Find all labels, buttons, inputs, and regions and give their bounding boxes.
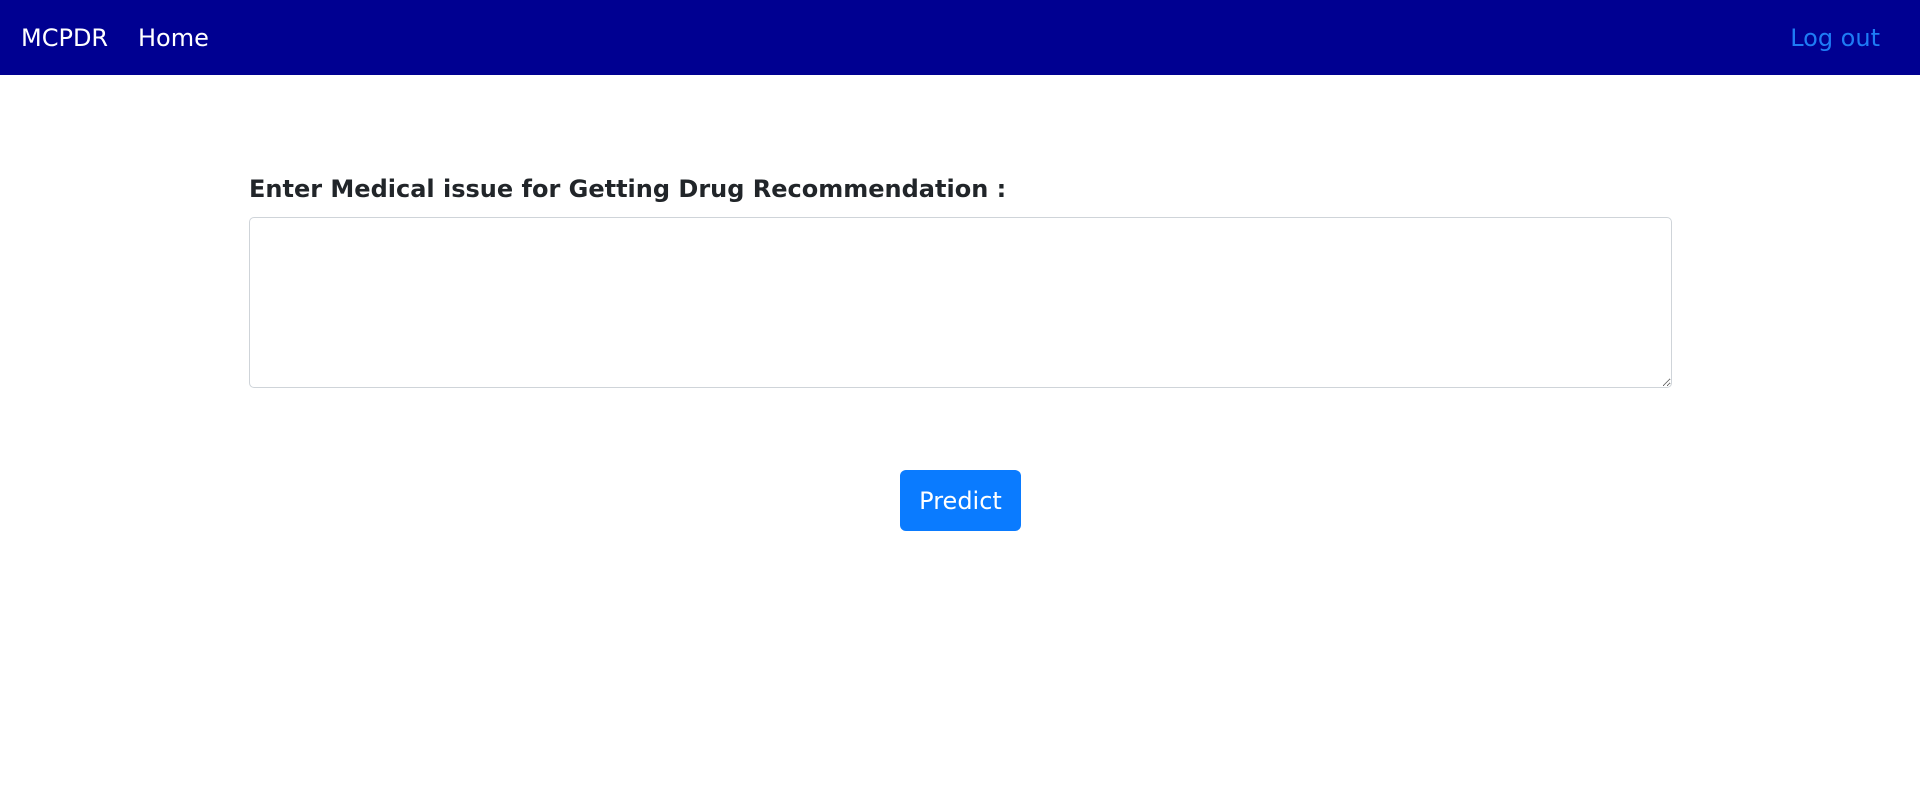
brand-link[interactable]: MCPDR (21, 20, 108, 56)
nav-home-link[interactable]: Home (138, 20, 209, 56)
logout-link[interactable]: Log out (1790, 20, 1880, 56)
predict-button[interactable]: Predict (900, 470, 1021, 531)
medical-issue-label: Enter Medical issue for Getting Drug Rec… (249, 175, 1007, 203)
medical-issue-textarea[interactable] (249, 217, 1672, 388)
top-navbar: MCPDR Home Log out (0, 0, 1920, 75)
